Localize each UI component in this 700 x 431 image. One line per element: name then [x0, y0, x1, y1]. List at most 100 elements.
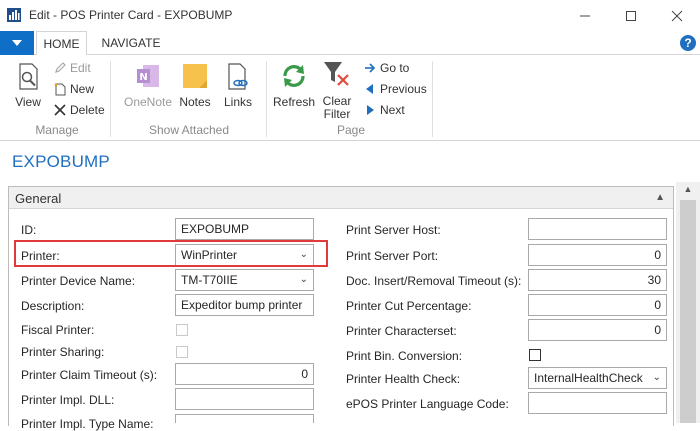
onenote-button[interactable]: N OneNote	[120, 61, 176, 111]
print-server-port-label: Print Server Port:	[346, 249, 439, 263]
page-title: EXPOBUMP	[12, 152, 110, 171]
scrollbar-thumb[interactable]	[680, 200, 696, 423]
printer-sharing-checkbox[interactable]	[176, 346, 188, 358]
view-label: View	[15, 95, 41, 109]
printer-impl-type-name-field[interactable]	[175, 414, 314, 423]
printer-health-check-select[interactable]: InternalHealthCheck ⌄	[528, 367, 667, 389]
edit-button[interactable]: Edit	[54, 61, 91, 75]
new-button[interactable]: New	[54, 82, 94, 96]
description-field[interactable]: Expeditor bump printer	[175, 294, 314, 316]
collapse-caret-icon[interactable]: ▲	[655, 192, 665, 203]
show-attached-group-label: Show Attached	[148, 123, 230, 137]
delete-label: Delete	[70, 103, 105, 117]
printer-impl-type-name-label: Printer Impl. Type Name:	[21, 417, 154, 431]
arrow-right-icon	[365, 63, 376, 73]
links-label: Links	[223, 95, 252, 109]
link-icon	[228, 63, 248, 90]
next-button[interactable]: Next	[364, 103, 405, 117]
previous-label: Previous	[380, 82, 427, 96]
epos-language-code-label: ePOS Printer Language Code:	[346, 397, 509, 411]
printer-sharing-label: Printer Sharing:	[21, 345, 105, 359]
pencil-icon	[55, 62, 66, 73]
svg-text:N: N	[139, 72, 147, 83]
printer-row-highlight	[14, 240, 328, 267]
printer-health-check-label: Printer Health Check:	[346, 372, 461, 386]
triangle-left-icon	[366, 84, 373, 94]
ribbon-tab-bar: HOME NAVIGATE ?	[0, 31, 700, 56]
chevron-down-icon: ⌄	[299, 274, 308, 285]
manage-group-label: Manage	[35, 123, 79, 137]
triangle-right-icon	[367, 105, 374, 115]
print-server-host-label: Print Server Host:	[346, 223, 441, 237]
maximize-button[interactable]	[608, 0, 654, 31]
close-icon	[671, 10, 683, 21]
doc-timeout-label: Doc. Insert/Removal Timeout (s):	[346, 274, 522, 288]
ribbon-separator	[266, 61, 267, 137]
minimize-button[interactable]	[562, 0, 608, 31]
view-button[interactable]: View	[10, 61, 46, 111]
refresh-label: Refresh	[272, 95, 316, 109]
printer-characterset-field[interactable]: 0	[528, 319, 667, 341]
printer-impl-dll-field[interactable]	[175, 388, 314, 410]
printer-claim-timeout-field[interactable]: 0	[175, 363, 314, 385]
ribbon-separator	[432, 61, 433, 137]
section-header[interactable]: General ▲	[9, 187, 673, 209]
print-bin-conversion-label: Print Bin. Conversion:	[346, 349, 463, 363]
id-field[interactable]: EXPOBUMP	[175, 218, 314, 240]
description-label: Description:	[21, 299, 85, 313]
clear-filter-label: Clear Filter	[322, 94, 352, 121]
delete-button[interactable]: Delete	[54, 103, 105, 117]
section-title: General	[15, 191, 62, 206]
next-label: Next	[380, 103, 405, 117]
edit-label: Edit	[70, 61, 91, 75]
links-button[interactable]: Links	[220, 61, 256, 111]
id-label: ID:	[21, 223, 37, 237]
printer-device-name-select[interactable]: TM-T70IIE ⌄	[175, 269, 314, 291]
tab-home[interactable]: HOME	[36, 31, 87, 56]
onenote-icon: N	[137, 65, 159, 87]
maximize-icon	[626, 10, 636, 21]
view-icon	[19, 63, 38, 90]
printer-cut-percentage-label: Printer Cut Percentage:	[346, 299, 472, 313]
refresh-button[interactable]: Refresh	[272, 61, 316, 111]
epos-language-code-field[interactable]	[528, 392, 667, 414]
printer-impl-dll-label: Printer Impl. DLL:	[21, 393, 115, 407]
printer-device-name-label: Printer Device Name:	[21, 274, 136, 288]
goto-button[interactable]: Go to	[364, 61, 409, 75]
vertical-scrollbar[interactable]: ▲	[676, 182, 700, 423]
refresh-icon	[283, 65, 305, 87]
onenote-label: OneNote	[123, 95, 173, 109]
print-server-port-field[interactable]: 0	[528, 244, 667, 266]
printer-health-check-value: InternalHealthCheck	[534, 371, 643, 385]
fiscal-printer-checkbox[interactable]	[176, 324, 188, 336]
page-group-label: Page	[336, 123, 366, 137]
new-document-icon	[54, 83, 66, 95]
printer-device-name-value: TM-T70IIE	[181, 273, 238, 287]
app-menu-button[interactable]	[0, 31, 34, 55]
fiscal-printer-label: Fiscal Printer:	[21, 323, 95, 337]
previous-button[interactable]: Previous	[364, 82, 427, 96]
clear-filter-button[interactable]: Clear Filter	[318, 57, 356, 121]
app-icon	[7, 8, 21, 22]
printer-claim-timeout-label: Printer Claim Timeout (s):	[21, 368, 158, 382]
doc-timeout-field[interactable]: 30	[528, 269, 667, 291]
print-bin-conversion-checkbox[interactable]	[529, 349, 541, 361]
scroll-up-icon[interactable]: ▲	[676, 184, 700, 198]
print-server-host-field[interactable]	[528, 218, 667, 240]
printer-characterset-label: Printer Characterset:	[346, 324, 457, 338]
caret-down-icon	[12, 40, 22, 46]
title-bar: Edit - POS Printer Card - EXPOBUMP	[0, 0, 700, 31]
minimize-icon	[580, 15, 590, 16]
delete-x-icon	[54, 104, 66, 116]
ribbon: View Edit New Delete Manage N OneNote No…	[0, 55, 700, 141]
notes-button[interactable]: Notes	[176, 61, 214, 111]
new-label: New	[70, 82, 95, 96]
goto-label: Go to	[380, 61, 410, 75]
help-icon[interactable]: ?	[680, 35, 696, 51]
window-title: Edit - POS Printer Card - EXPOBUMP	[29, 8, 233, 22]
printer-cut-percentage-field[interactable]: 0	[528, 294, 667, 316]
clear-filter-icon	[324, 62, 349, 86]
tab-navigate[interactable]: NAVIGATE	[95, 31, 167, 55]
notes-label: Notes	[179, 95, 211, 109]
close-button[interactable]	[654, 0, 700, 31]
